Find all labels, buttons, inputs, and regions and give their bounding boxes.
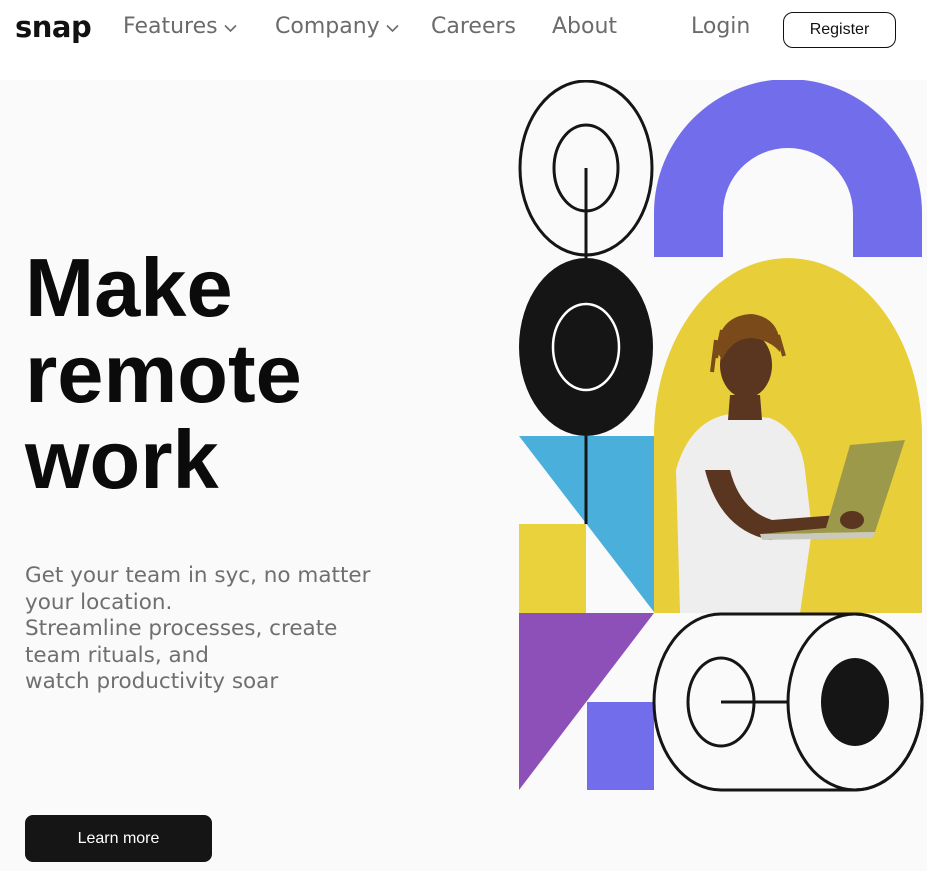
logo[interactable]: snap [15,10,92,44]
person-with-laptop-photo [654,258,922,613]
hero-title-line: Make [25,241,233,334]
hero-description-line: watch productivity soar [25,669,279,694]
hero-title: Make remote work [25,245,302,503]
purple-arch-shape [654,80,922,257]
chevron-down-icon [386,24,399,32]
nav-company[interactable]: Company [275,14,399,39]
hero-description-line: team rituals, and [25,642,209,668]
hero-title-line: work [25,413,219,506]
nav-company-label: Company [275,14,380,39]
hero-description: Get your team in syc, no matter your loc… [25,563,425,696]
hero-description-line: Get your team in syc, no matter [25,563,371,588]
nav-features-label: Features [123,14,218,39]
chevron-down-icon [224,24,237,32]
hero-title-line: remote [25,327,302,420]
outlined-cylinder-shape [652,612,924,792]
learn-more-button[interactable]: Learn more [25,815,212,862]
nav-about[interactable]: About [552,14,617,39]
hero-illustration [518,80,924,792]
black-circle-shape [519,258,653,436]
navbar: snap Features Company Careers About Logi… [0,0,927,80]
register-button[interactable]: Register [783,12,896,48]
hero-description-line: Streamline processes, create [25,616,338,641]
purple-square-shape [587,702,654,790]
nav-features[interactable]: Features [123,14,237,39]
nav-careers[interactable]: Careers [431,14,516,39]
outlined-circle-shape [518,80,654,258]
login-link[interactable]: Login [691,14,750,39]
yellow-square-shape [519,524,586,613]
hero-description-line: your location. [25,589,173,615]
